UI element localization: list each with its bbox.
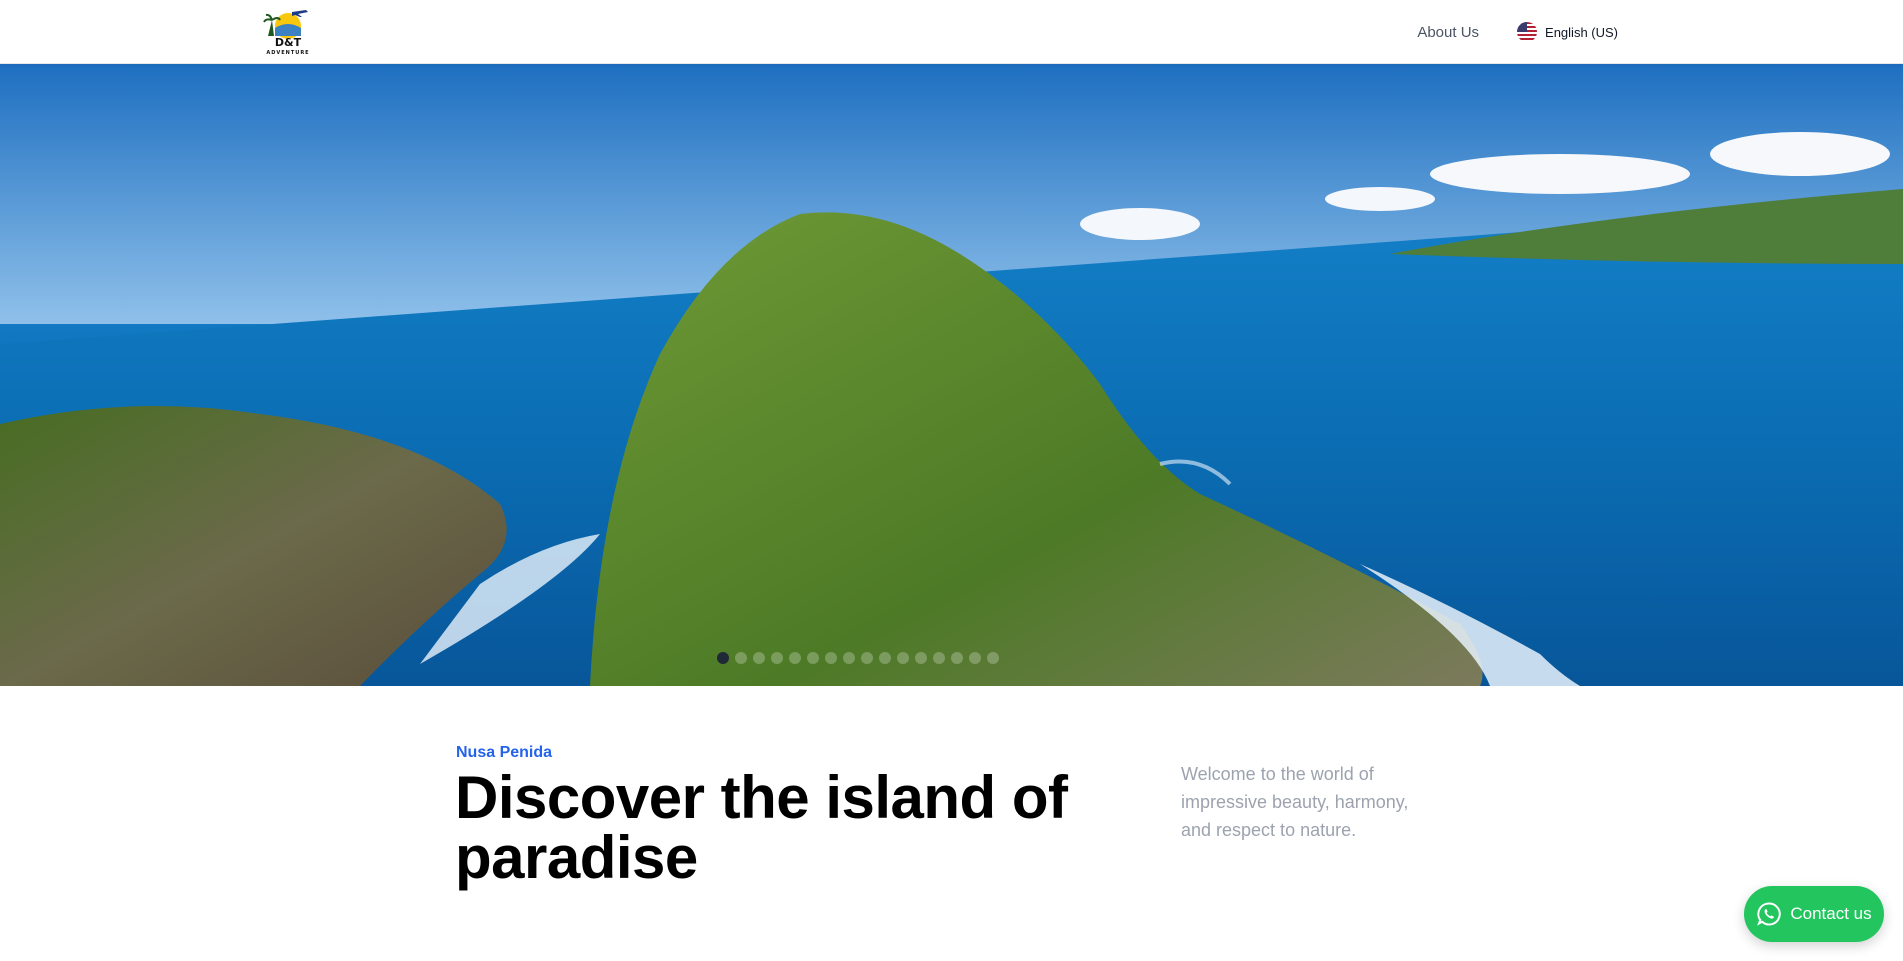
slider-dot-2[interactable] xyxy=(735,652,747,664)
contact-us-button[interactable]: Contact us xyxy=(1744,886,1884,942)
section-subtitle: Nusa Penida xyxy=(456,744,553,761)
slider-dot-10[interactable] xyxy=(879,652,891,664)
whatsapp-icon xyxy=(1757,902,1782,926)
slider-dot-5[interactable] xyxy=(789,652,801,664)
slider-dot-16[interactable] xyxy=(987,652,999,664)
us-flag-icon xyxy=(1517,22,1538,42)
slider-dot-11[interactable] xyxy=(897,652,909,664)
page-title: Discover the island of paradise xyxy=(455,764,1068,891)
slider-dot-4[interactable] xyxy=(771,652,783,664)
svg-text:D&T: D&T xyxy=(275,36,302,49)
intro-description: Welcome to the world of impressive beaut… xyxy=(1181,764,1409,840)
brand-logo[interactable]: D&T ADVENTURE xyxy=(262,6,314,56)
hero-slider[interactable] xyxy=(0,64,1903,686)
slider-dot-15[interactable] xyxy=(969,652,981,664)
slider-dot-12[interactable] xyxy=(915,652,927,664)
nav-about-us[interactable]: About Us xyxy=(1417,24,1479,41)
slider-dot-13[interactable] xyxy=(933,652,945,664)
slider-dot-6[interactable] xyxy=(807,652,819,664)
language-label: English (US) xyxy=(1545,24,1618,40)
svg-text:ADVENTURE: ADVENTURE xyxy=(266,50,309,56)
slider-dots xyxy=(717,652,999,664)
logo-icon: D&T ADVENTURE xyxy=(263,10,309,56)
slider-dot-3[interactable] xyxy=(753,652,765,664)
language-selector[interactable]: English (US) xyxy=(1517,22,1618,42)
site-header: D&T ADVENTURE About Us English (US) xyxy=(0,0,1903,64)
slider-dot-1[interactable] xyxy=(717,652,729,664)
slider-dot-14[interactable] xyxy=(951,652,963,664)
slider-dot-9[interactable] xyxy=(861,652,873,664)
contact-us-label: Contact us xyxy=(1790,904,1872,923)
hero-image xyxy=(0,64,1903,686)
main-nav: About Us English (US) xyxy=(1417,0,1618,64)
slider-dot-7[interactable] xyxy=(825,652,837,664)
slider-dot-8[interactable] xyxy=(843,652,855,664)
